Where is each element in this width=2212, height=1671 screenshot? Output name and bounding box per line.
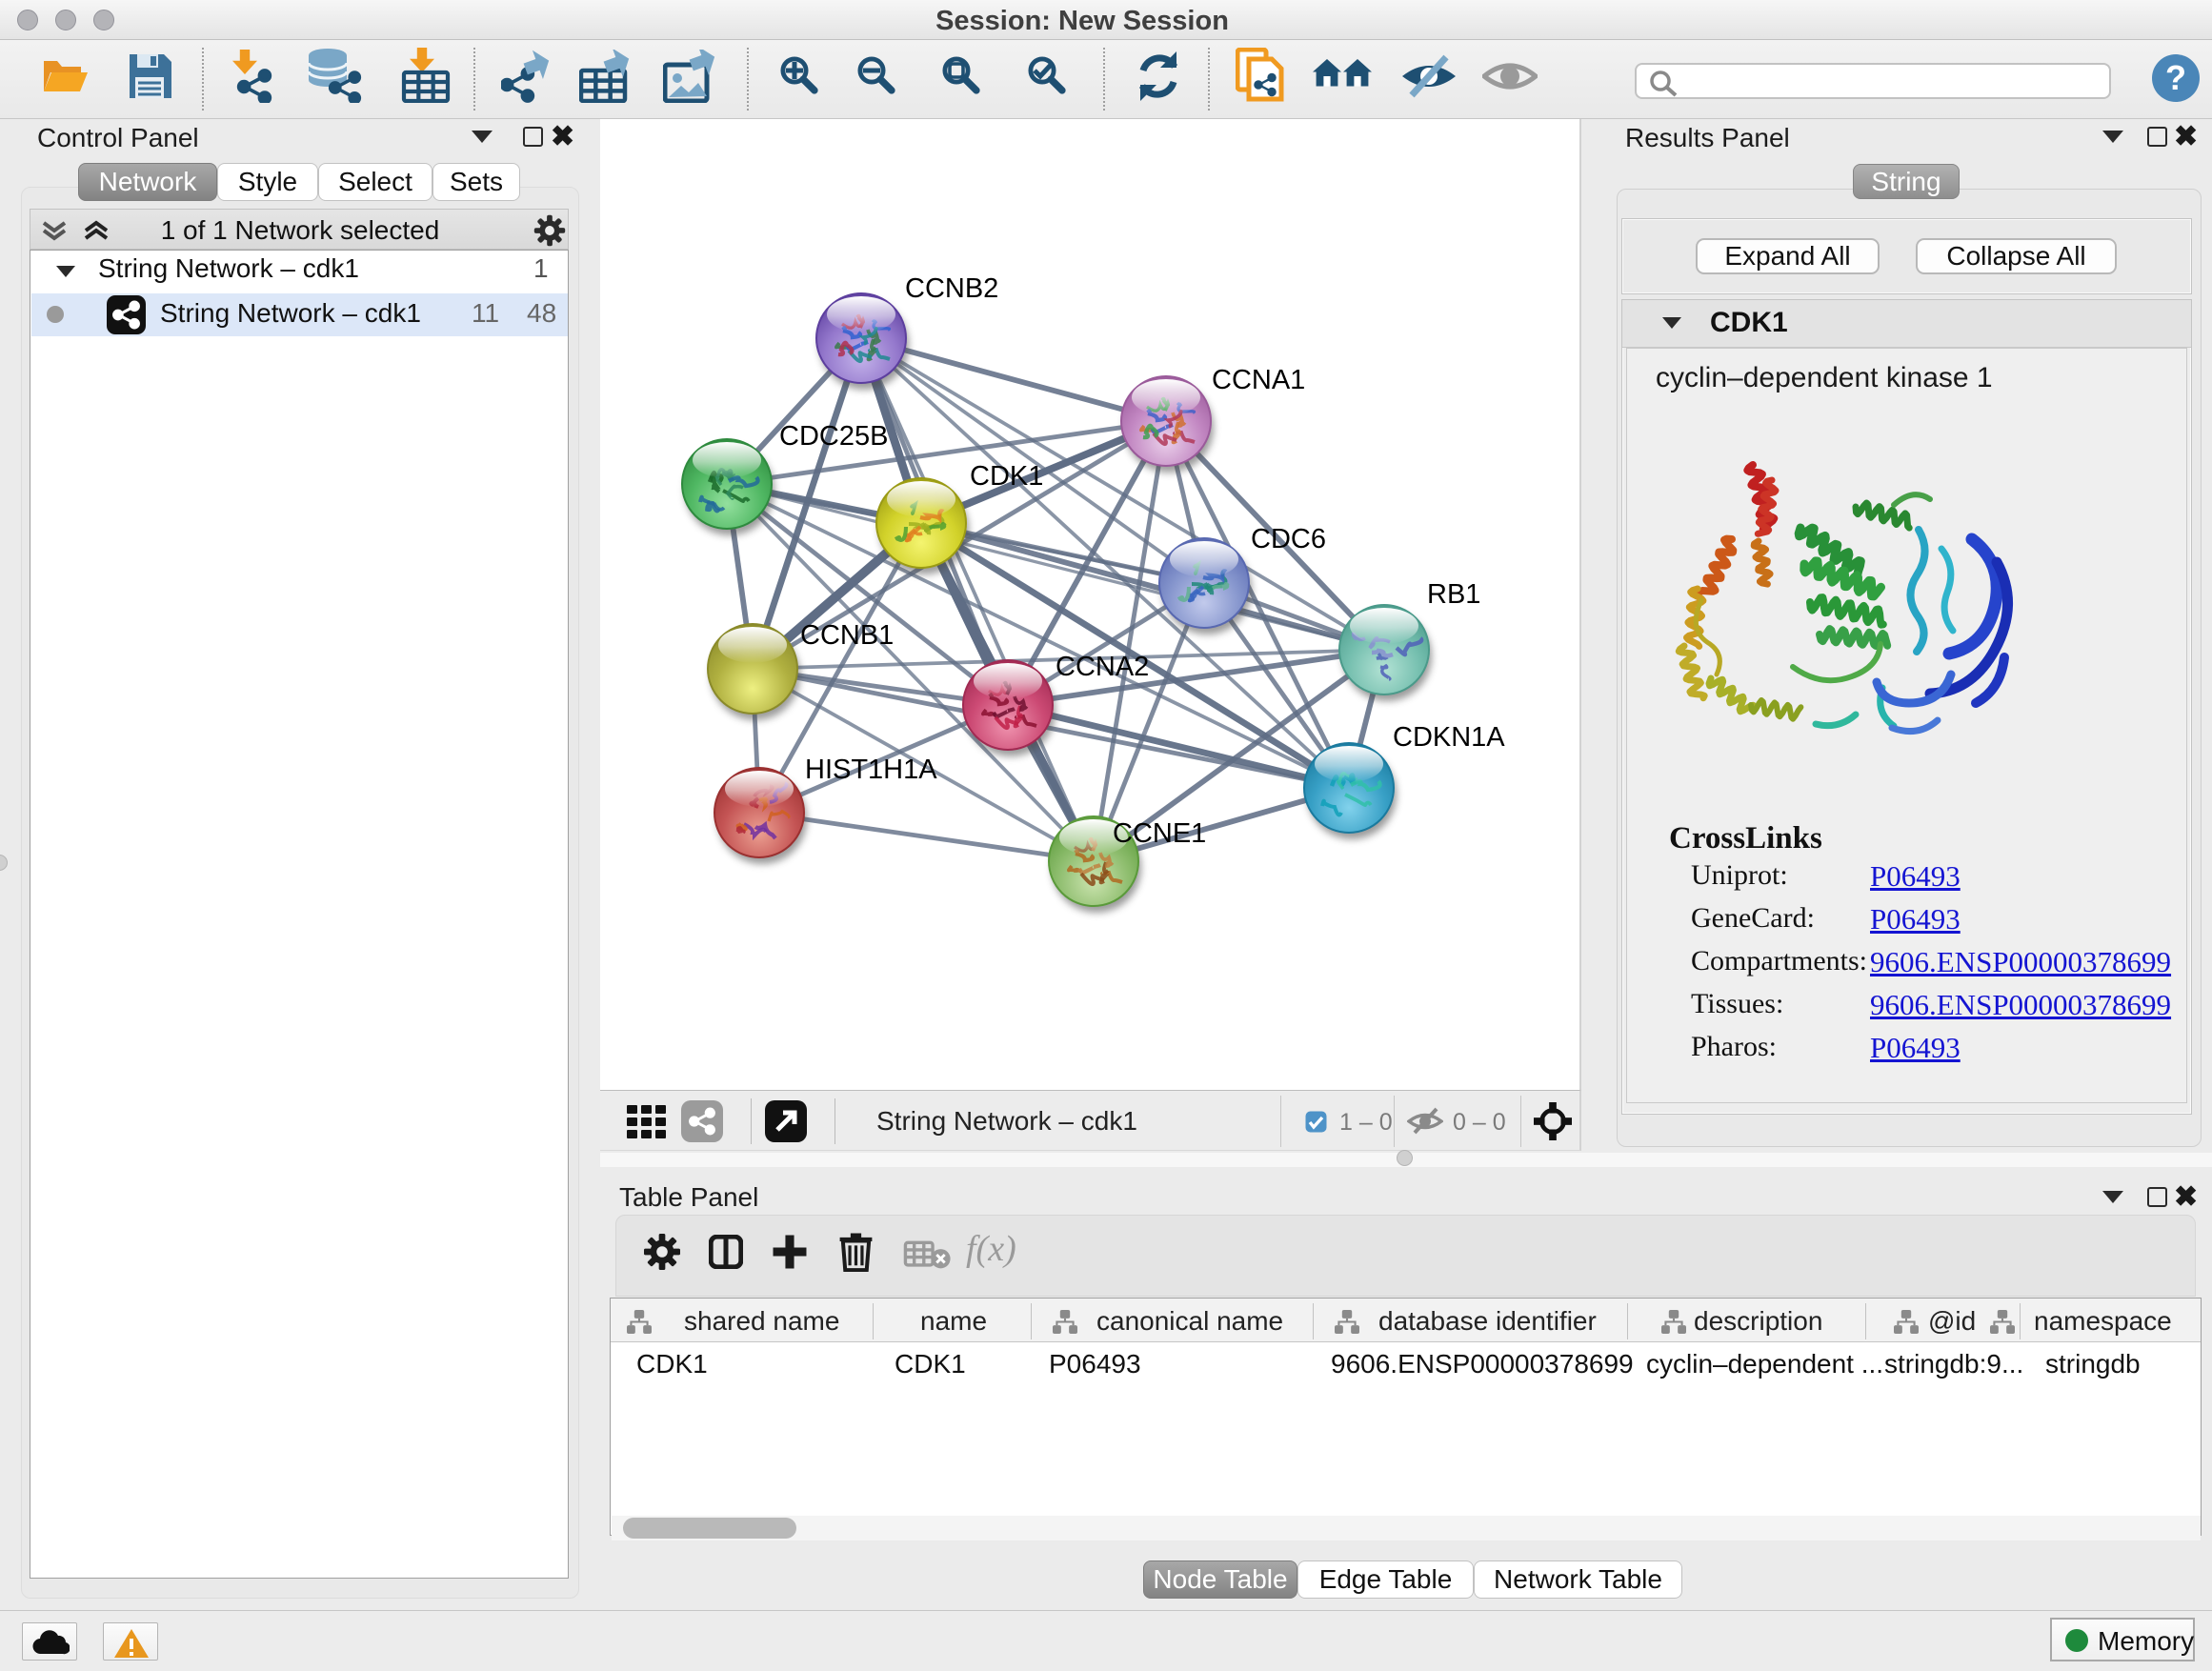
svg-text:RB1: RB1 (1427, 579, 1480, 610)
svg-text:HIST1H1A: HIST1H1A (805, 755, 937, 785)
svg-text:?: ? (2165, 58, 2186, 97)
svg-text:CCNB1: CCNB1 (800, 620, 894, 651)
svg-text:CCNE1: CCNE1 (1113, 818, 1206, 849)
svg-text:CCNB2: CCNB2 (905, 273, 998, 304)
svg-text:CCNA2: CCNA2 (1056, 652, 1149, 682)
svg-text:CDC25B: CDC25B (779, 421, 888, 452)
svg-text:CDC6: CDC6 (1251, 524, 1326, 554)
svg-text:CCNA1: CCNA1 (1212, 365, 1305, 395)
svg-text:CDK1: CDK1 (970, 461, 1043, 492)
svg-text:CDKN1A: CDKN1A (1393, 722, 1505, 753)
